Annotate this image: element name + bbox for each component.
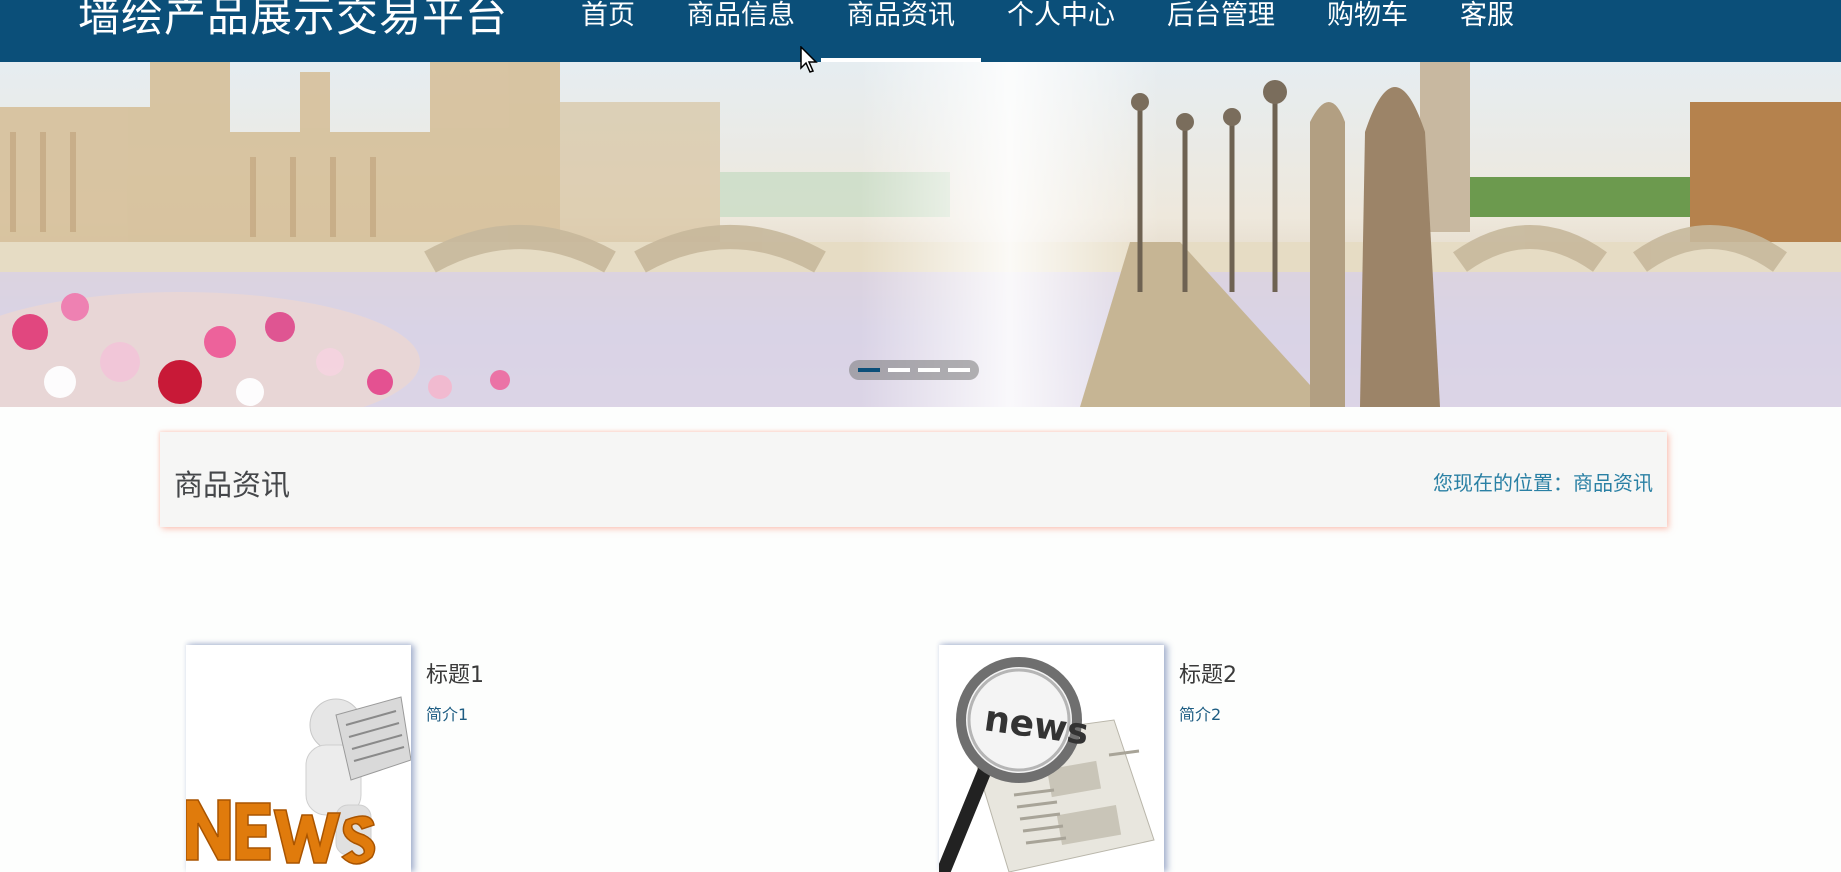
news-thumbnail[interactable]: news (939, 645, 1164, 872)
nav-personal-center[interactable]: 个人中心 (981, 0, 1141, 62)
carousel-dot-3[interactable] (918, 368, 940, 372)
carousel-indicators (849, 360, 979, 380)
top-navigation-bar: 墙绘产品展示交易平台 首页 商品信息 商品资讯 个人中心 后台管理 购物车 客服 (0, 0, 1841, 62)
news-summary: 简介2 (1179, 705, 1222, 724)
main-nav: 首页 商品信息 商品资讯 个人中心 后台管理 购物车 客服 (555, 0, 1540, 62)
nav-cart[interactable]: 购物车 (1301, 0, 1434, 62)
news-title[interactable]: 标题2 (1179, 657, 1237, 689)
magnifier-newspaper-icon: news (939, 657, 1155, 872)
carousel-dot-4[interactable] (948, 368, 970, 372)
nav-admin[interactable]: 后台管理 (1141, 0, 1301, 62)
banner-image (0, 62, 1841, 407)
carousel-dot-1[interactable] (858, 368, 880, 372)
news-summary: 简介1 (426, 705, 469, 724)
nav-customer-service[interactable]: 客服 (1434, 0, 1540, 62)
site-title[interactable]: 墙绘产品展示交易平台 (78, 0, 508, 42)
page-title-bar: 商品资讯 您现在的位置：商品资讯 (160, 432, 1667, 527)
news-title[interactable]: 标题1 (426, 657, 484, 689)
carousel-dot-2[interactable] (888, 368, 910, 372)
news-thumbnail[interactable] (186, 645, 411, 872)
breadcrumb[interactable]: 您现在的位置：商品资讯 (1433, 467, 1653, 496)
nav-products[interactable]: 商品信息 (661, 0, 821, 62)
nav-home[interactable]: 首页 (555, 0, 661, 62)
banner-carousel[interactable] (0, 62, 1841, 407)
mouse-cursor-icon (800, 46, 818, 73)
news-reader-icon (186, 696, 411, 865)
nav-product-news[interactable]: 商品资讯 (821, 0, 981, 62)
page-title: 商品资讯 (174, 468, 291, 502)
